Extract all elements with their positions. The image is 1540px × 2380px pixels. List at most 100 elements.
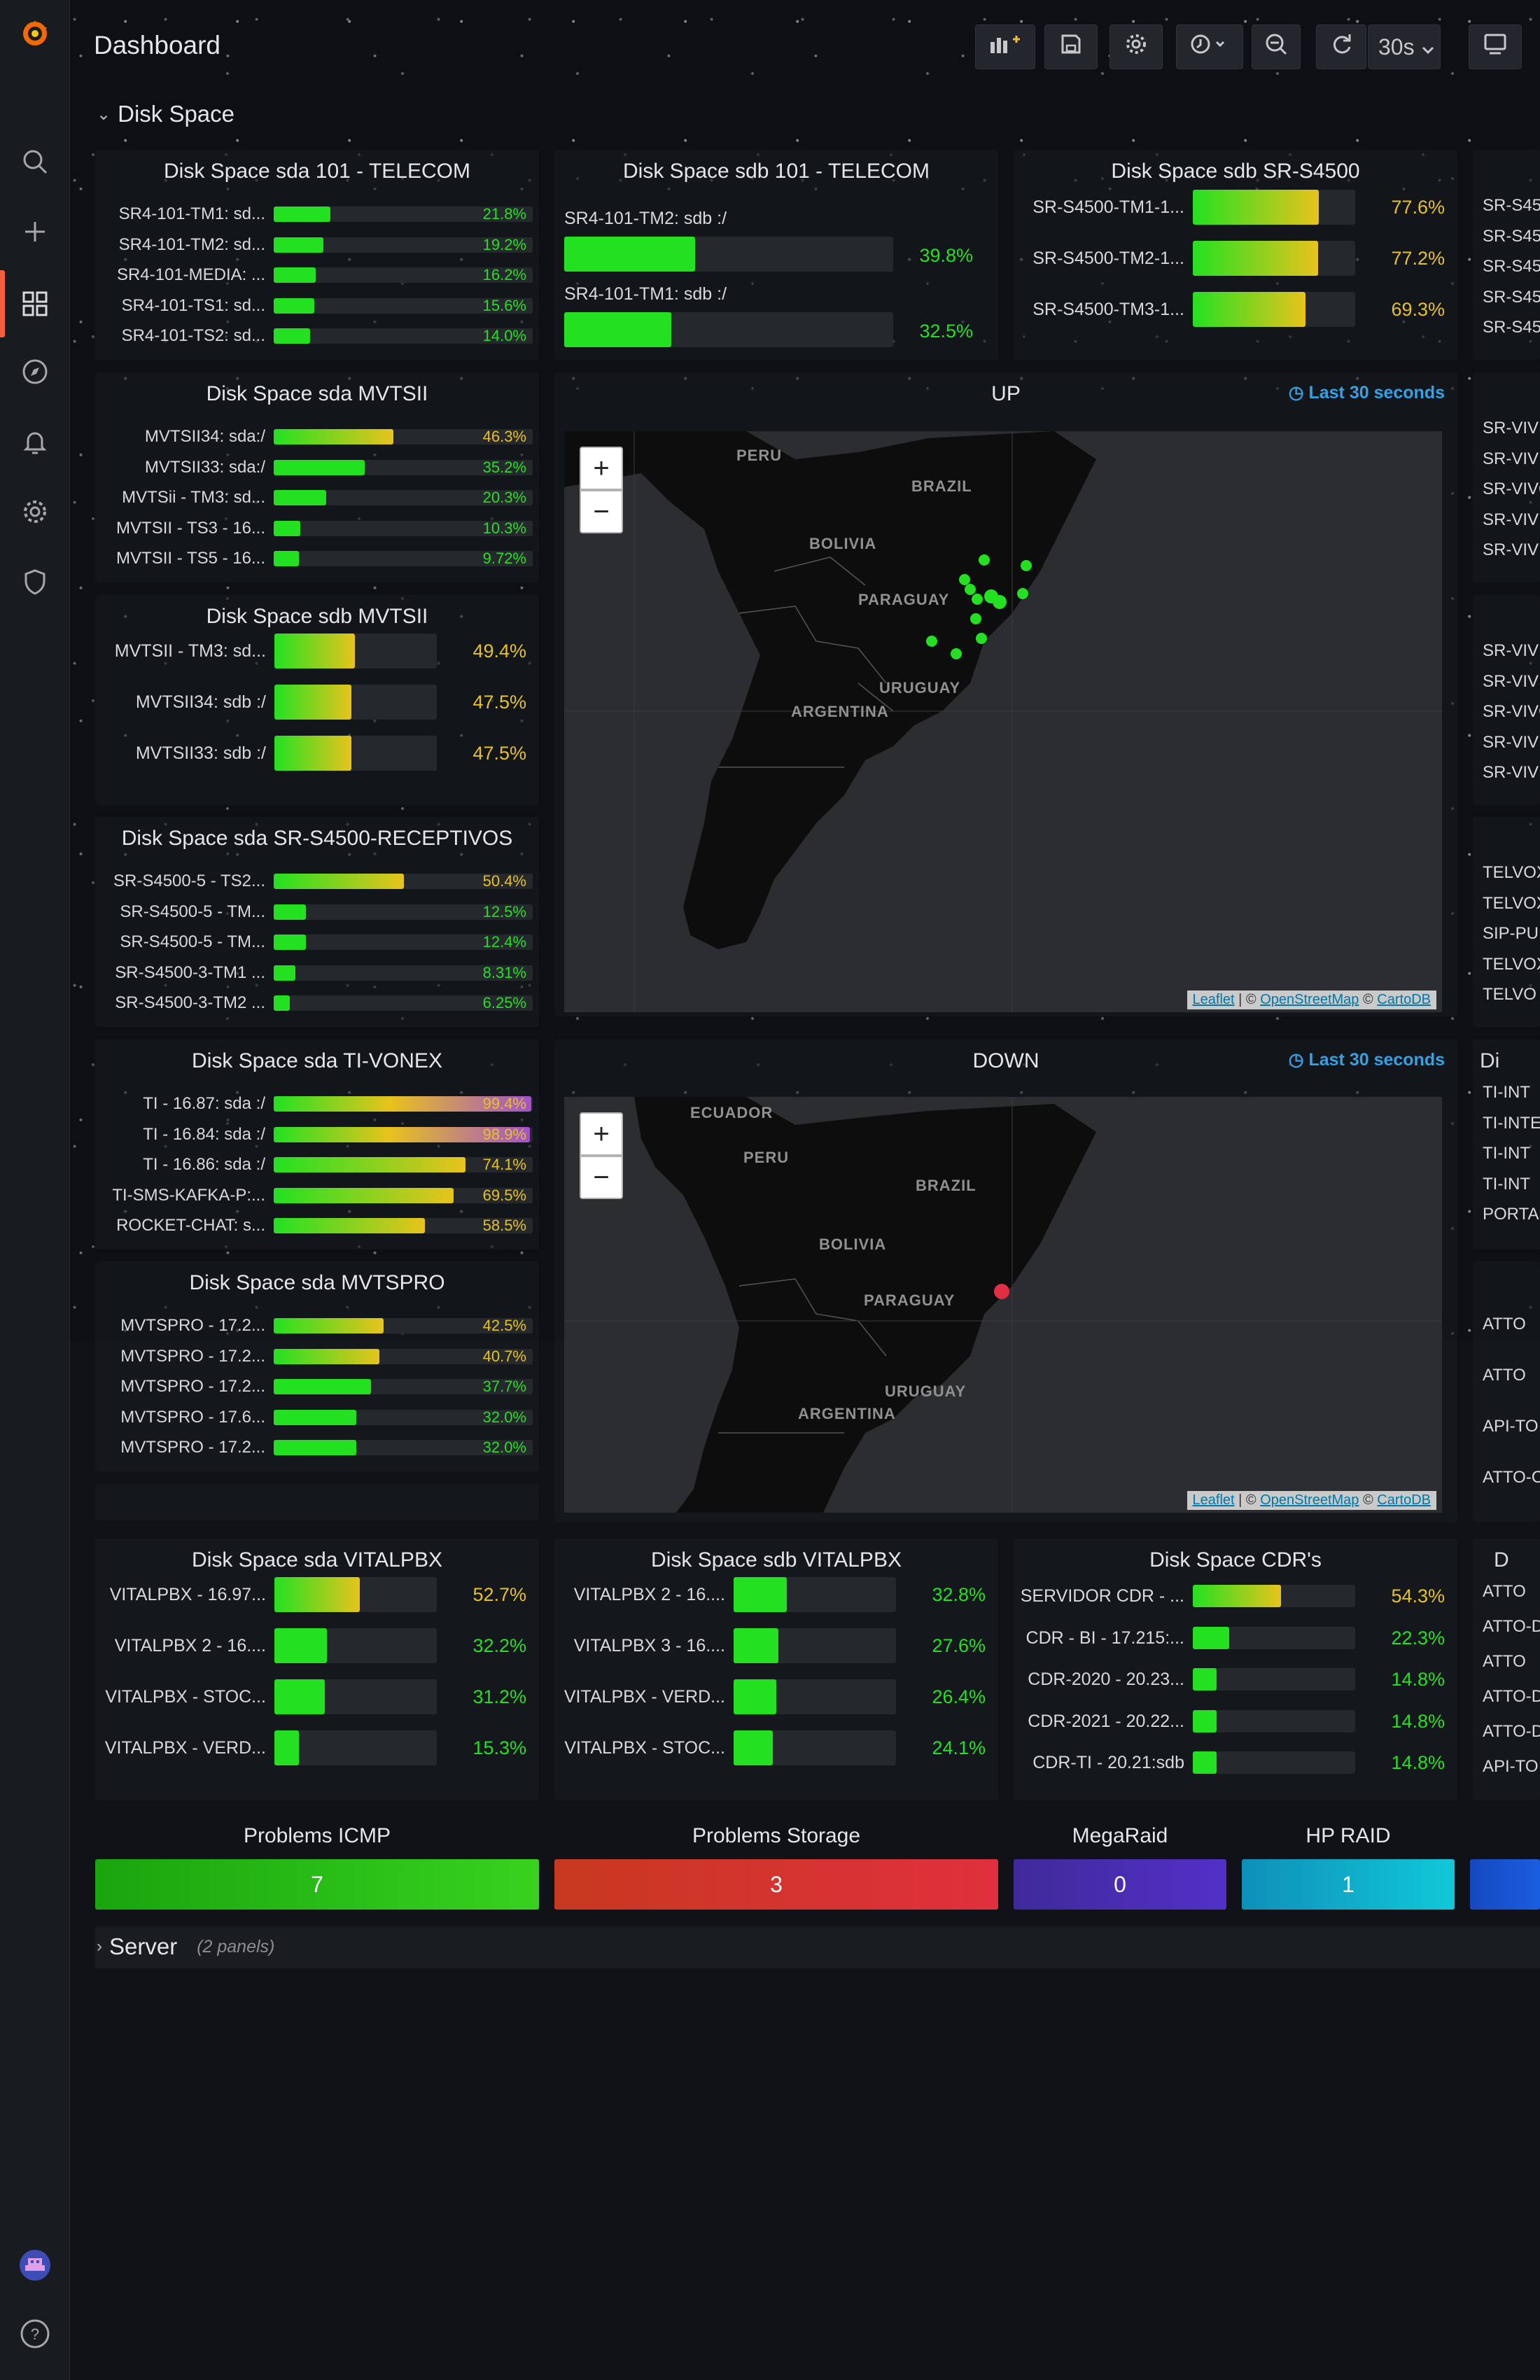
bar-gauge-row[interactable]: SR-S4500-5 - TM... 12.5%	[95, 904, 539, 920]
bar-gauge-row[interactable]: SR-S4500-3-TM1 ... 8.31%	[95, 965, 539, 981]
panel-disk-space-sdb-vitalpbx[interactable]: Disk Space sdb VITALPBX VITALPBX 2 - 16.…	[554, 1539, 998, 1800]
bar-gauge-row[interactable]: CDR-TI - 20.21:sdb 14.8%	[1014, 1751, 1457, 1774]
up-marker[interactable]	[951, 648, 962, 659]
config-icon[interactable]	[17, 493, 53, 530]
stat-problems-storage[interactable]: 3	[554, 1859, 998, 1910]
bar-gauge-row[interactable]: SR-S4500-TM2-1... 77.2%	[1014, 241, 1457, 276]
panel-disk-space-sda-vitalpbx[interactable]: Disk Space sda VITALPBX VITALPBX - 16.97…	[95, 1539, 539, 1800]
up-marker[interactable]	[959, 574, 970, 585]
up-marker[interactable]	[965, 584, 976, 595]
bar-gauge-row[interactable]: MVTSii - TM3: sd... 20.3%	[95, 490, 539, 505]
up-marker[interactable]	[1017, 588, 1028, 599]
world-map-down[interactable]: ECUADOR PERU BRAZIL BOLIVIA PARAGUAY URU…	[564, 1097, 1442, 1513]
bar-gauge-row[interactable]: MVTSPRO - 17.6... 32.0%	[95, 1409, 539, 1425]
bar-gauge-row[interactable]: TI - 16.86: sda :/ 74.1%	[95, 1157, 539, 1172]
zoom-out-button[interactable]	[1252, 24, 1301, 69]
bar-gauge-row[interactable]: SR-S4500-5 - TS2... 50.4%	[95, 874, 539, 889]
bar-track[interactable]	[564, 237, 893, 272]
add-panel-button[interactable]	[975, 24, 1035, 69]
panel-disk-space-sda-sr-s4500-receptivos[interactable]: Disk Space sda SR-S4500-RECEPTIVOS SR-S4…	[95, 817, 539, 1027]
bar-gauge-row[interactable]: SERVIDOR CDR - ... 54.3%	[1014, 1585, 1457, 1607]
bar-gauge-row[interactable]: MVTSII33: sda:/ 35.2%	[95, 459, 539, 475]
row-header-disk-space[interactable]: ⌄ Disk Space	[97, 97, 234, 132]
alerting-icon[interactable]	[17, 424, 53, 460]
bar-gauge-row[interactable]: VITALPBX - STOC... 31.2%	[95, 1679, 539, 1714]
shield-icon[interactable]	[17, 564, 53, 600]
clipped-panel-6[interactable]: ATTO ATTO API-TO ATTO-C	[1473, 1261, 1540, 1522]
bar-gauge-row[interactable]: MVTSII - TS3 - 16... 10.3%	[95, 520, 539, 536]
bar-gauge-row[interactable]: MVTSII33: sdb :/ 47.5%	[95, 736, 539, 771]
up-marker[interactable]	[970, 613, 981, 624]
bar-gauge-row[interactable]: MVTSPRO - 17.2... 32.0%	[95, 1440, 539, 1455]
bar-track[interactable]	[564, 312, 893, 347]
grafana-logo-icon[interactable]	[17, 15, 53, 52]
tv-mode-button[interactable]	[1469, 24, 1522, 69]
stat-clipped[interactable]	[1470, 1859, 1540, 1910]
bar-gauge-row[interactable]: CDR - BI - 17.215:... 22.3%	[1014, 1626, 1457, 1649]
stat-megaraid[interactable]: 0	[1014, 1859, 1226, 1910]
bar-gauge-row[interactable]: SR-S4500-TM3-1... 69.3%	[1014, 292, 1457, 327]
panel-disk-space-sda-mvtspro[interactable]: Disk Space sda MVTSPRO MVTSPRO - 17.2...…	[95, 1261, 539, 1471]
bar-gauge-row[interactable]: VITALPBX - STOC... 24.1%	[554, 1730, 998, 1765]
refresh-button[interactable]	[1316, 24, 1366, 69]
bar-gauge-row[interactable]: ROCKET-CHAT: s... 58.5%	[95, 1218, 539, 1233]
bar-gauge-row[interactable]: SR4-101-TM1: sd... 21.8%	[95, 206, 539, 222]
bar-gauge-row[interactable]: SR-S4500-5 - TM... 12.4%	[95, 934, 539, 950]
panel-disk-space-cdrs[interactable]: Disk Space CDR's SERVIDOR CDR - ... 54.3%…	[1014, 1539, 1457, 1800]
osm-link[interactable]: OpenStreetMap	[1260, 992, 1359, 1007]
bar-gauge-row[interactable]: VITALPBX 2 - 16.... 32.8%	[554, 1577, 998, 1612]
panel-disk-space-sda-ti-vonex[interactable]: Disk Space sda TI-VONEX TI - 16.87: sda …	[95, 1040, 539, 1250]
zoom-in-button[interactable]: +	[580, 1112, 623, 1156]
bar-gauge-row[interactable]: VITALPBX 2 - 16.... 32.2%	[95, 1628, 539, 1663]
bar-gauge-row[interactable]: SR4-101-MEDIA: ... 16.2%	[95, 267, 539, 283]
panel-disk-space-sda-mvtsii[interactable]: Disk Space sda MVTSII MVTSII34: sda:/ 46.…	[95, 372, 539, 582]
panel-map-down[interactable]: DOWN ◷ Last 30 seconds ECUADOR PERU BRAZ…	[554, 1040, 1457, 1522]
bar-gauge-row[interactable]: TI - 16.84: sda :/ 98.9%	[95, 1126, 539, 1142]
stat-problems-icmp[interactable]: 7	[95, 1859, 539, 1910]
bar-gauge-row[interactable]: SR-S4500-3-TM2 ... 6.25%	[95, 995, 539, 1011]
bar-gauge-row[interactable]: VITALPBX - VERD... 26.4%	[554, 1679, 998, 1714]
bar-gauge-row[interactable]: VITALPBX 3 - 16.... 27.6%	[554, 1628, 998, 1663]
bar-gauge-row[interactable]: MVTSPRO - 17.2... 42.5%	[95, 1318, 539, 1334]
user-avatar-icon[interactable]	[17, 2247, 53, 2283]
bar-gauge-row[interactable]: CDR-2020 - 20.23... 14.8%	[1014, 1668, 1457, 1690]
bar-gauge-row[interactable]: MVTSPRO - 17.2... 37.7%	[95, 1379, 539, 1394]
clipped-panel-3[interactable]: SR-VIV SR-VIV SR-VIVO SR-VIV SR-VIV	[1473, 595, 1540, 805]
osm-link[interactable]: OpenStreetMap	[1260, 1492, 1359, 1508]
dashboards-icon[interactable]	[17, 286, 53, 322]
world-map-up[interactable]: PERU BRAZIL BOLIVIA PARAGUAY URUGUAY ARG…	[564, 431, 1442, 1012]
row-header-server[interactable]: › Server (2 panels)	[97, 1929, 274, 1964]
clipped-panel-7[interactable]: D ATTO ATTO-D ATTO ATTO-D ATTO-D API-TO	[1473, 1539, 1540, 1800]
explore-icon[interactable]	[17, 354, 53, 390]
bar-gauge-row[interactable]: SR4-101-TS2: sd... 14.0%	[95, 328, 539, 344]
refresh-interval-picker[interactable]: 30s	[1368, 24, 1441, 69]
down-marker[interactable]	[994, 1284, 1009, 1299]
bar-gauge-row[interactable]: MVTSII - TS5 - 16... 9.72%	[95, 551, 539, 566]
bar-gauge-row[interactable]: MVTSPRO - 17.2... 40.7%	[95, 1348, 539, 1364]
search-icon[interactable]	[17, 144, 53, 180]
panel-disk-space-sdb-sr-s4500[interactable]: Disk Space sdb SR-S4500 SR-S4500-TM1-1..…	[1014, 150, 1457, 360]
bar-gauge-row[interactable]: MVTSII - TM3: sd... 49.4%	[95, 634, 539, 668]
bar-gauge-row[interactable]: MVTSII34: sdb :/ 47.5%	[95, 685, 539, 720]
bar-gauge-row[interactable]: TI - 16.87: sda :/ 99.4%	[95, 1096, 539, 1112]
up-marker[interactable]	[976, 633, 987, 644]
save-button[interactable]	[1044, 24, 1098, 69]
stat-hp-raid[interactable]: 1	[1242, 1859, 1455, 1910]
bar-gauge-row[interactable]: VITALPBX - 16.97... 52.7%	[95, 1577, 539, 1612]
up-marker[interactable]	[979, 554, 990, 566]
bar-gauge-row[interactable]: MVTSII34: sda:/ 46.3%	[95, 429, 539, 444]
up-marker[interactable]	[993, 595, 1007, 609]
panel-disk-space-sda-101-telecom[interactable]: Disk Space sda 101 - TELECOM SR4-101-TM1…	[95, 150, 539, 360]
time-range-info[interactable]: ◷ Last 30 seconds	[1289, 1049, 1445, 1070]
bar-gauge-row[interactable]: SR-S4500-TM1-1... 77.6%	[1014, 190, 1457, 225]
up-marker[interactable]	[972, 594, 983, 605]
leaflet-link[interactable]: Leaflet	[1193, 992, 1235, 1007]
bar-gauge-row[interactable]: VITALPBX - VERD... 15.3%	[95, 1730, 539, 1765]
time-range-info[interactable]: ◷ Last 30 seconds	[1289, 382, 1445, 403]
dashboard-title[interactable]: Dashboard	[94, 31, 220, 60]
settings-button[interactable]	[1110, 24, 1163, 69]
bar-gauge-row[interactable]: SR4-101-TM2: sd... 19.2%	[95, 237, 539, 253]
up-marker[interactable]	[926, 636, 937, 647]
zoom-in-button[interactable]: +	[580, 447, 623, 490]
carto-link[interactable]: CartoDB	[1377, 992, 1431, 1007]
